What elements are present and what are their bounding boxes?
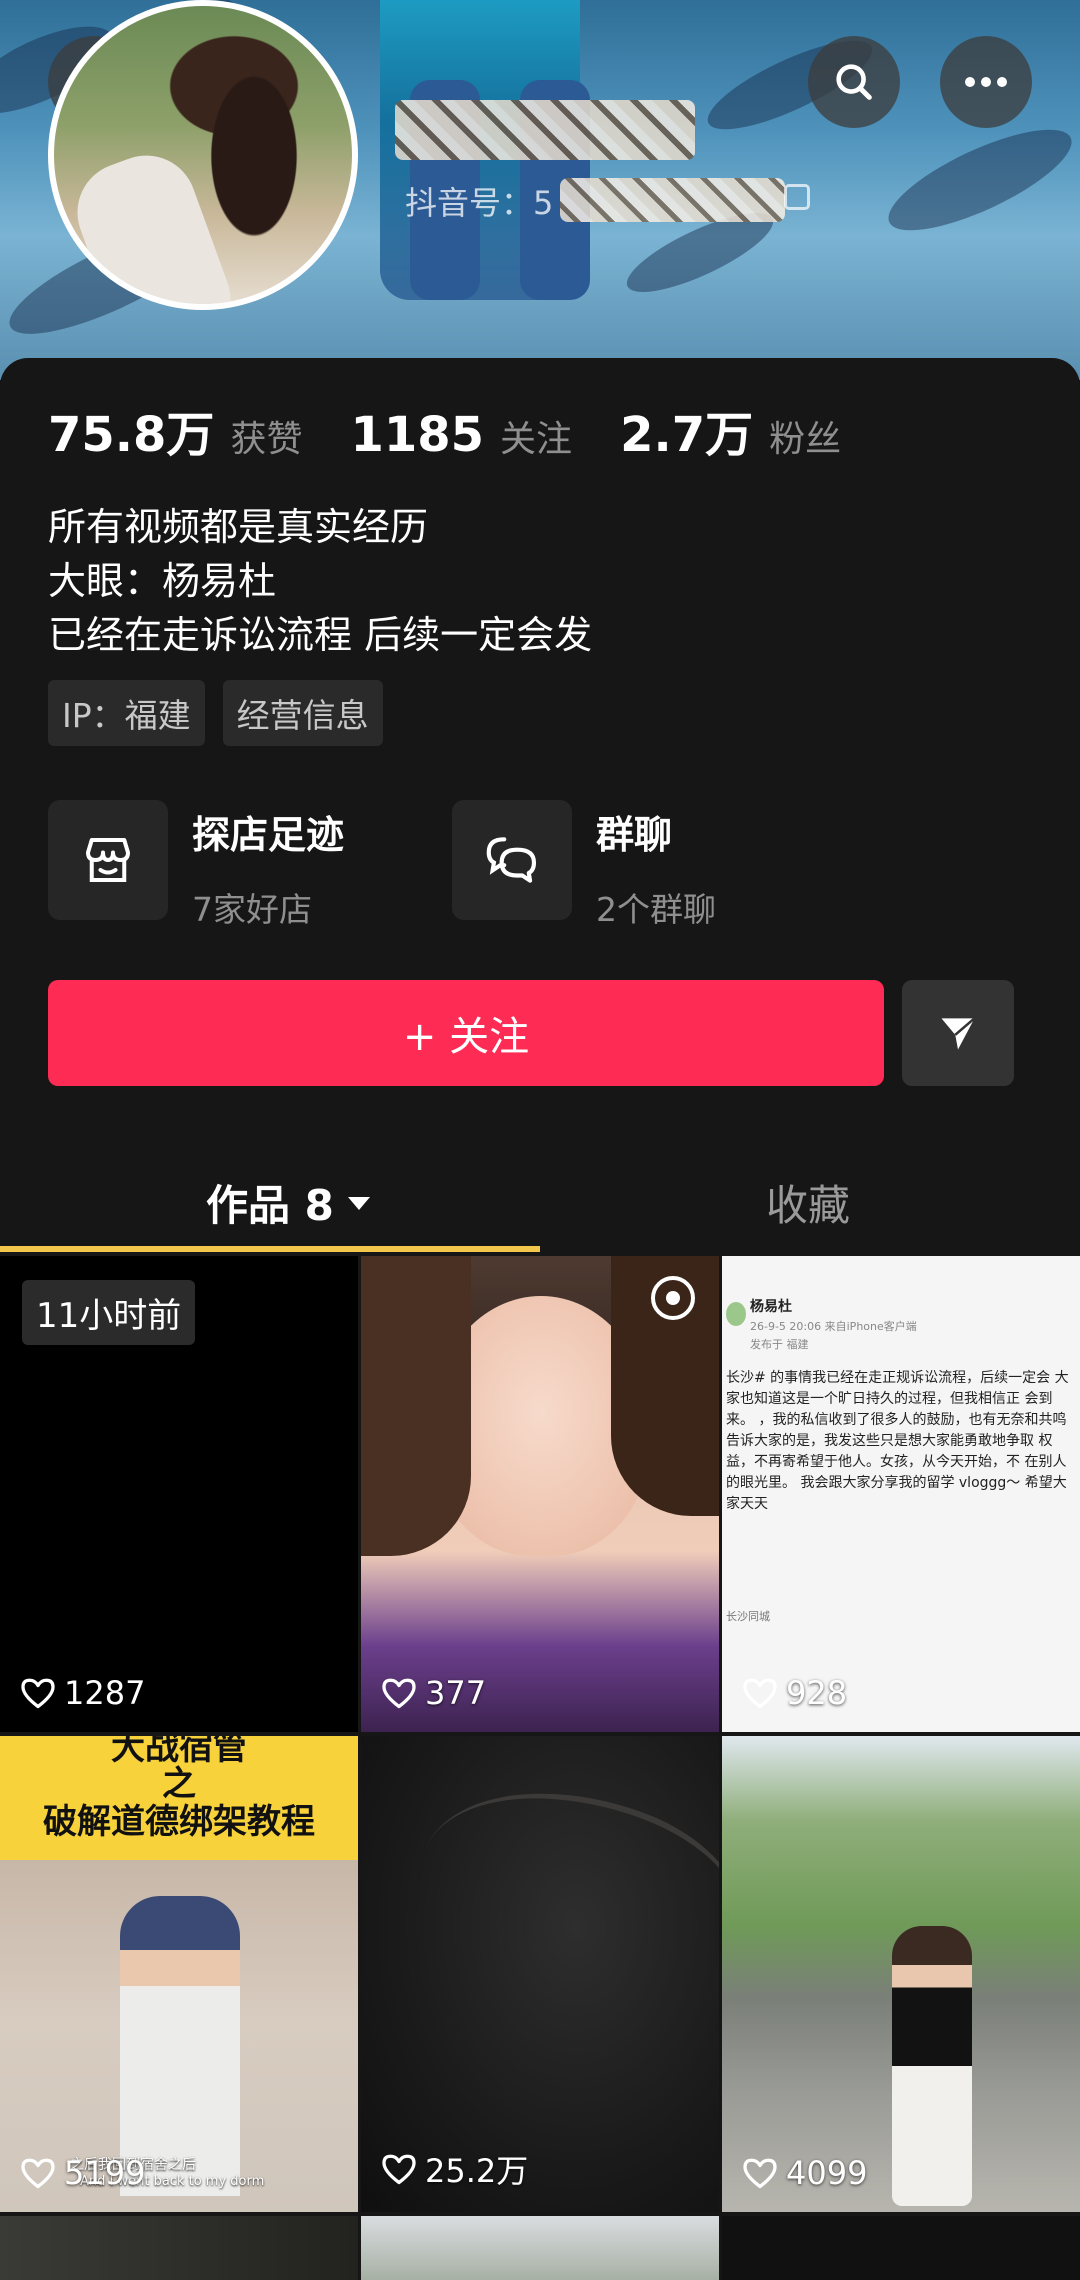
like-count-value: 5199 xyxy=(64,2154,146,2192)
heart-icon xyxy=(743,1678,777,1709)
banner-line: 之 xyxy=(162,1764,196,1804)
like-count-value: 377 xyxy=(425,1674,487,1712)
douyin-id: 抖音号：5 xyxy=(405,184,554,222)
bio-line: 所有视频都是真实经历 xyxy=(48,505,429,549)
post-avatar xyxy=(726,1302,746,1326)
like-count: 377 xyxy=(381,1674,486,1712)
banner-line: 大战宿管 xyxy=(111,1736,247,1768)
more-horizontal-icon xyxy=(965,77,1007,87)
video-thumbnail[interactable]: 杨易杜 26-9-5 20:06 来自iPhone客户端 发布于 福建 长沙# … xyxy=(722,1256,1080,1732)
post-footer: 长沙同城 xyxy=(726,1610,770,1623)
post-text: 长沙# 的事情我已经在走正规诉讼流程，后续一定会 大家也知道这是一个旷日持久的过… xyxy=(726,1370,1069,1512)
tab-indicator xyxy=(0,1246,540,1252)
search-button[interactable] xyxy=(808,36,900,128)
tag-row: IP：福建 经营信息 xyxy=(48,680,383,746)
feature-subtitle: 2个群聊 xyxy=(596,890,716,929)
tab-favorites[interactable]: 收藏 xyxy=(766,1172,850,1233)
video-thumbnail[interactable]: 4099 xyxy=(722,1736,1080,2212)
business-info-tag[interactable]: 经营信息 xyxy=(222,680,383,746)
feature-subtitle: 7家好店 xyxy=(192,890,312,929)
following-count[interactable]: 1185 xyxy=(350,407,484,463)
followers-count[interactable]: 2.7万 xyxy=(620,395,753,465)
person xyxy=(892,1926,972,2206)
copy-icon[interactable] xyxy=(784,184,810,210)
feature-title: 探店足迹 xyxy=(192,813,345,857)
more-button[interactable] xyxy=(940,36,1032,128)
like-count: 4099 xyxy=(742,2154,867,2192)
video-thumbnail[interactable]: 25.2万 xyxy=(361,1736,719,2212)
douyin-id-obscured xyxy=(560,178,785,222)
like-count: 5199 xyxy=(20,2154,145,2192)
stats-row: 75.8万 获赞 1185 关注 2.7万 粉丝 xyxy=(48,395,889,465)
bio-line: 大眼：杨易杜 xyxy=(48,559,277,603)
feature-title: 群聊 xyxy=(596,813,673,857)
like-count-value: 25.2万 xyxy=(425,2152,529,2190)
like-count: 25.2万 xyxy=(381,2146,528,2192)
tab-works-label: 作品 8 xyxy=(206,1181,334,1230)
like-count-value: 4099 xyxy=(786,2154,868,2192)
like-count-value: 1287 xyxy=(64,1674,146,1712)
following-label[interactable]: 关注 xyxy=(500,410,572,462)
send-message-button[interactable] xyxy=(902,980,1014,1086)
ip-location-tag: IP：福建 xyxy=(48,680,205,746)
banner-line: 破解道德绑架教程 xyxy=(43,1802,315,1842)
video-thumbnail[interactable]: 11小时前 1287 xyxy=(0,1256,358,1732)
video-thumbnail[interactable]: 377 xyxy=(361,1256,719,1732)
video-thumbnail[interactable] xyxy=(361,2216,719,2280)
heart-icon xyxy=(21,2158,55,2189)
video-banner: 大战宿管 之 破解道德绑架教程 xyxy=(0,1736,358,1842)
follow-label: + 关注 xyxy=(402,1014,530,1060)
heart-icon xyxy=(382,2154,416,2185)
like-count: 928 xyxy=(742,1674,847,1712)
bio: 所有视频都是真实经历 大眼：杨易杜 已经在走诉讼流程 后续一定会发 xyxy=(48,500,592,662)
video-thumbnail[interactable] xyxy=(722,2216,1080,2280)
video-thumbnail[interactable] xyxy=(0,2216,358,2280)
heart-icon xyxy=(382,1678,416,1709)
username-obscured xyxy=(395,100,695,160)
follow-button[interactable]: + 关注 xyxy=(48,980,884,1086)
heart-icon xyxy=(743,2158,777,2189)
bio-line: 已经在走诉讼流程 后续一定会发 xyxy=(48,613,593,657)
car-seat-curve xyxy=(398,1746,719,2032)
group-chat-entry[interactable]: 群聊 2个群聊 xyxy=(452,800,716,931)
avatar[interactable] xyxy=(48,0,358,310)
post-meta: 26-9-5 20:06 来自iPhone客户端 xyxy=(750,1320,917,1333)
post-time-badge: 11小时前 xyxy=(22,1280,196,1345)
like-count-value: 928 xyxy=(786,1674,848,1712)
hair xyxy=(361,1256,471,1556)
live-icon xyxy=(651,1276,695,1320)
send-icon xyxy=(941,1017,976,1050)
likes-label: 获赞 xyxy=(230,419,303,460)
followers-label[interactable]: 粉丝 xyxy=(769,410,841,462)
chat-bubbles-icon xyxy=(452,800,572,920)
heart-icon xyxy=(21,1678,55,1709)
store-icon xyxy=(48,800,168,920)
post-location: 发布于 福建 xyxy=(750,1338,809,1351)
like-count: 1287 xyxy=(20,1674,145,1712)
likes-count: 75.8万 xyxy=(48,407,215,463)
video-thumbnail[interactable]: 大战宿管 之 破解道德绑架教程 之后我回到宿舍之后 And I went bac… xyxy=(0,1736,358,2212)
store-visits-entry[interactable]: 探店足迹 7家好店 xyxy=(48,800,344,931)
person xyxy=(120,1896,240,2196)
tab-works[interactable]: 作品 8 xyxy=(206,1172,372,1233)
tab-favorites-label: 收藏 xyxy=(766,1181,851,1230)
caret-down-icon xyxy=(347,1196,370,1210)
post-author: 杨易杜 xyxy=(750,1299,792,1315)
content-tabs: 作品 8 收藏 xyxy=(0,1148,1080,1256)
search-icon xyxy=(836,64,872,100)
